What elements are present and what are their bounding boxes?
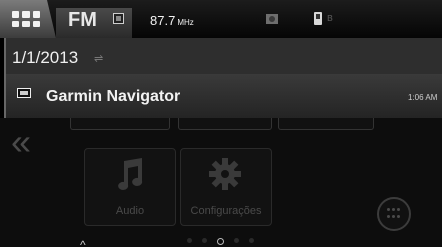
bluetooth-icon: ʙ (327, 12, 333, 24)
app-label-settings: Configurações (190, 205, 262, 217)
app-tile-partial (178, 118, 272, 130)
sort-icon[interactable]: ⇌ (94, 52, 103, 65)
navigator-icon (17, 88, 31, 98)
frequency-readout: 87.7 MHz (150, 13, 194, 28)
page-dot (202, 238, 207, 243)
all-apps-button[interactable] (377, 197, 411, 231)
page-dot (249, 238, 254, 243)
app-tile-partial (70, 118, 170, 130)
phone-icon (314, 12, 322, 25)
notification-title: Garmin Navigator (46, 88, 181, 105)
notification-pull-handle-icon[interactable]: ^ (80, 239, 86, 247)
gear-icon (209, 158, 241, 190)
music-note-icon (118, 158, 143, 190)
notification-time: 1:06 AM (408, 93, 438, 102)
apps-grid-icon (387, 208, 401, 220)
page-dot (187, 238, 192, 243)
app-label-audio: Audio (115, 205, 145, 217)
home-grid-icon (12, 11, 40, 27)
frequency-unit: MHz (177, 18, 194, 27)
app-tile-partial (278, 118, 374, 130)
frequency-value: 87.7 (150, 13, 176, 28)
page-dot-active (217, 238, 224, 245)
source-label: FM (68, 9, 97, 31)
page-indicator (187, 238, 267, 246)
radio-icon (113, 13, 124, 24)
date-text: 1/1/2013 (12, 48, 79, 67)
page-dot (234, 238, 239, 243)
media-icon (266, 14, 278, 24)
previous-page-chevron-icon[interactable]: « (11, 124, 31, 160)
